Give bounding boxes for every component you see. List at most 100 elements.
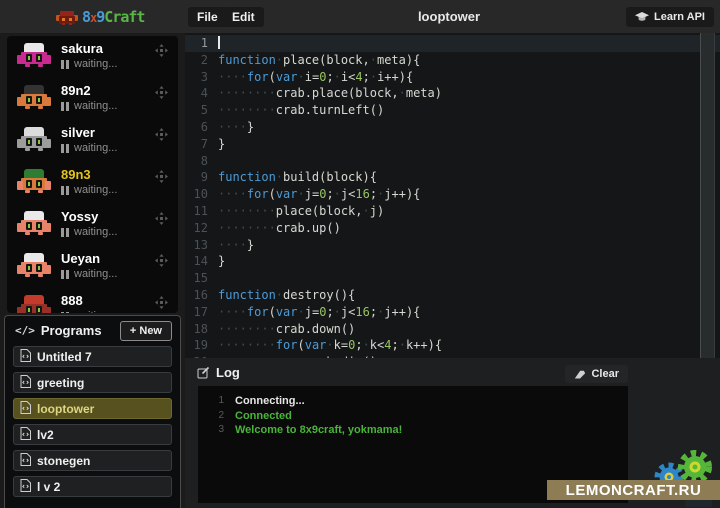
player-row[interactable]: 89n2waiting...: [7, 78, 178, 120]
player-move-handle[interactable]: [155, 86, 168, 104]
player-row[interactable]: 888waiting...: [7, 288, 178, 313]
code-line[interactable]: 13····}: [185, 237, 720, 254]
code-text: }: [218, 254, 225, 268]
move-icon[interactable]: [155, 86, 168, 99]
player-name: Yossy: [61, 209, 98, 224]
move-icon[interactable]: [155, 212, 168, 225]
code-line[interactable]: 9function·build(block){: [185, 169, 720, 186]
code-line[interactable]: 12········crab.up(): [185, 220, 720, 237]
code-line[interactable]: 1: [185, 35, 720, 52]
player-avatar: [17, 253, 51, 279]
log-line-number: 2: [198, 409, 224, 424]
player-move-handle[interactable]: [155, 254, 168, 272]
player-move-handle[interactable]: [155, 170, 168, 188]
line-number: 8: [185, 153, 218, 170]
code-line[interactable]: 17····for(var·j=0;·j<16;·j++){: [185, 304, 720, 321]
line-number: 14: [185, 253, 218, 270]
code-text: ····for(var·j=0;·j<16;·j++){: [218, 187, 420, 201]
move-icon[interactable]: [155, 296, 168, 309]
document-icon-wrap: [20, 479, 31, 495]
line-number: 3: [185, 69, 218, 86]
line-number: 1: [185, 35, 218, 52]
watermark-chip: [685, 500, 712, 507]
player-status-label: waiting...: [74, 184, 117, 196]
code-brackets-icon: </>: [15, 324, 35, 337]
program-item[interactable]: l v 2: [13, 476, 172, 497]
player-row[interactable]: silver waiting...: [7, 120, 178, 162]
player-row[interactable]: 89n3 waiting...: [7, 162, 178, 204]
learn-api-label: Learn API: [654, 11, 705, 23]
player-row[interactable]: Yossy waiting...: [7, 204, 178, 246]
player-move-handle[interactable]: [155, 44, 168, 62]
code-line[interactable]: 19········for(var·k=0;·k<4;·k++){: [185, 337, 720, 354]
programs-header-label: Programs: [41, 323, 102, 338]
code-text: function·place(block,·meta){: [218, 53, 420, 67]
code-line[interactable]: 3····for(var·i=0;·i<4;·i++){: [185, 69, 720, 86]
pause-icon: [61, 186, 69, 195]
editor-scrollbar[interactable]: [700, 33, 715, 358]
new-program-button[interactable]: + New: [120, 321, 172, 341]
player-avatar: [17, 85, 51, 111]
player-name: silver: [61, 125, 95, 140]
player-status: waiting...: [61, 310, 117, 313]
code-line[interactable]: 15: [185, 270, 720, 287]
player-row[interactable]: Ueyanwaiting...: [7, 246, 178, 288]
edit-menu-button[interactable]: Edit: [223, 7, 264, 27]
log-title-label: Log: [216, 365, 240, 380]
code-line[interactable]: 5········crab.turnLeft(): [185, 102, 720, 119]
code-line[interactable]: 6····}: [185, 119, 720, 136]
log-line-number: 1: [198, 394, 224, 409]
crab-logo-icon: [56, 10, 78, 25]
clear-log-button[interactable]: Clear: [565, 365, 628, 383]
code-editor[interactable]: 12function·place(block,·meta){3····for(v…: [185, 33, 720, 358]
log-text: Connecting...: [235, 394, 305, 409]
line-number: 17: [185, 304, 218, 321]
player-name: 89n3: [61, 167, 91, 182]
program-item[interactable]: looptower: [13, 398, 172, 419]
code-line[interactable]: 11········place(block,·j): [185, 203, 720, 220]
line-number: 5: [185, 102, 218, 119]
move-icon[interactable]: [155, 44, 168, 57]
learn-api-button[interactable]: Learn API: [626, 7, 714, 27]
program-label: stonegen: [37, 454, 90, 468]
move-icon[interactable]: [155, 254, 168, 267]
code-line[interactable]: 4········crab.place(block,·meta): [185, 85, 720, 102]
program-item[interactable]: Untitled 7: [13, 346, 172, 367]
player-avatar: [17, 43, 51, 69]
pause-icon: [61, 60, 69, 69]
move-icon[interactable]: [155, 170, 168, 183]
code-line[interactable]: 8: [185, 153, 720, 170]
player-row[interactable]: sakurawaiting...: [7, 36, 178, 78]
code-text: ········crab.up(): [218, 221, 341, 235]
code-line[interactable]: 10····for(var·j=0;·j<16;·j++){: [185, 186, 720, 203]
code-line[interactable]: 7}: [185, 136, 720, 153]
program-item[interactable]: lv2: [13, 424, 172, 445]
player-avatar: [17, 127, 51, 153]
player-status: waiting...: [61, 58, 117, 70]
move-icon[interactable]: [155, 128, 168, 141]
player-move-handle[interactable]: [155, 128, 168, 146]
code-text: function·build(block){: [218, 170, 377, 184]
clear-label: Clear: [591, 368, 619, 380]
pause-icon: [61, 228, 69, 237]
line-number: 7: [185, 136, 218, 153]
code-line[interactable]: 18········crab.down(): [185, 321, 720, 338]
document-title: looptower: [418, 9, 480, 24]
player-status-label: waiting...: [74, 142, 117, 154]
player-status-label: waiting...: [74, 226, 117, 238]
code-line[interactable]: 16function·destroy(){: [185, 287, 720, 304]
code-text: ········for(var·k=0;·k<4;·k++){: [218, 338, 442, 352]
program-item[interactable]: stonegen: [13, 450, 172, 471]
code-line[interactable]: 14}: [185, 253, 720, 270]
file-menu-button[interactable]: File: [188, 7, 227, 27]
program-item[interactable]: greeting: [13, 372, 172, 393]
graduation-cap-icon: [635, 12, 649, 22]
document-icon: [20, 427, 31, 440]
line-number: 15: [185, 270, 218, 287]
code-line[interactable]: 2function·place(block,·meta){: [185, 52, 720, 69]
player-move-handle[interactable]: [155, 296, 168, 313]
document-icon: [20, 401, 31, 414]
log-entry: 2Connected: [198, 409, 628, 424]
player-name: 89n2: [61, 83, 91, 98]
player-move-handle[interactable]: [155, 212, 168, 230]
